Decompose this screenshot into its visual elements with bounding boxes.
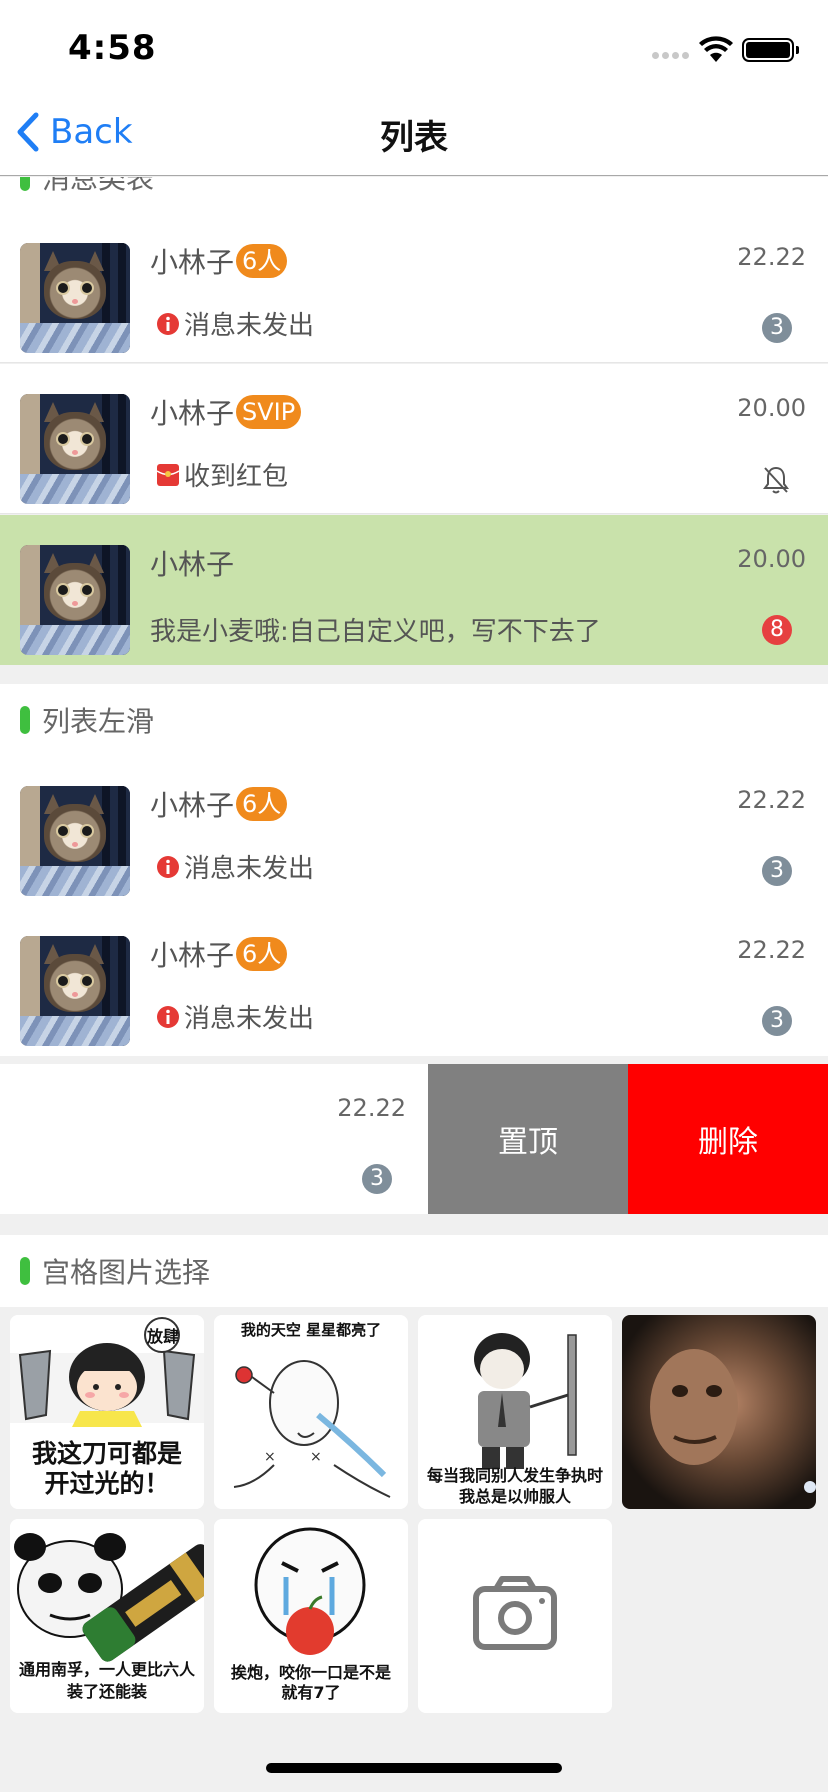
message-time: 20.00 bbox=[737, 545, 806, 573]
svg-text:×: × bbox=[310, 1449, 322, 1465]
error-icon bbox=[157, 855, 179, 878]
grid-image[interactable] bbox=[622, 1315, 816, 1509]
message-preview: 消息未发出 bbox=[150, 848, 314, 885]
error-icon bbox=[157, 312, 179, 335]
message-preview: 消息未发出 bbox=[150, 998, 314, 1035]
message-preview: 收到红包 bbox=[150, 456, 288, 493]
grid-image[interactable]: 通用南孚，一人更比六人 装了还能装 bbox=[10, 1519, 204, 1713]
unread-count-badge: 3 bbox=[762, 313, 792, 343]
delete-button[interactable]: 删除 bbox=[628, 1064, 828, 1214]
unread-count-badge: 3 bbox=[762, 1006, 792, 1036]
grid-image[interactable]: 我这刀可都是 开过光的！ 放肆 bbox=[10, 1315, 204, 1509]
section-header-swipe: 列表左滑 bbox=[0, 684, 828, 756]
pin-button[interactable]: 置顶 bbox=[428, 1064, 628, 1214]
meme-crying-stickman-image: × × bbox=[214, 1315, 408, 1509]
image-caption: 通用南孚，一人更比六人 装了还能装 bbox=[18, 1660, 195, 1701]
image-badge: 放肆 bbox=[146, 1327, 179, 1346]
section-header-grid: 宫格图片选择 bbox=[0, 1235, 828, 1307]
message-preview: 消息未发出 bbox=[150, 305, 314, 342]
contact-name: 小林子 6人 bbox=[150, 934, 288, 974]
message-time: 22.22 bbox=[737, 786, 806, 814]
message-time: 20.00 bbox=[737, 394, 806, 422]
status-time: 4:58 bbox=[68, 28, 157, 68]
image-caption: 我这刀可都是 开过光的！ bbox=[31, 1439, 182, 1498]
section-bar bbox=[20, 177, 30, 191]
photo-mr-bean-image bbox=[622, 1315, 816, 1509]
member-tag: 6人 bbox=[236, 787, 288, 821]
list-content[interactable]: 消息类表 小林子 6人 22.22 消息未发出 3 小林子 SVIP 20.00… bbox=[0, 177, 828, 1792]
swipe-actions: 置顶 删除 bbox=[428, 1064, 828, 1214]
svg-text:×: × bbox=[264, 1449, 276, 1465]
member-tag: 6人 bbox=[236, 937, 288, 971]
message-time: 22.22 bbox=[337, 1094, 406, 1122]
page-title: 列表 bbox=[380, 118, 448, 158]
image-caption: 我的天空 星星都亮了 bbox=[240, 1321, 382, 1339]
image-caption: 每当我同别人发生争执时 我总是以帅服人 bbox=[426, 1466, 603, 1506]
cellular-signal-icon bbox=[652, 52, 690, 62]
unread-count-badge: 8 bbox=[762, 615, 792, 645]
swipe-row[interactable]: 小林子 6人 22.22 消息未发出 3 bbox=[0, 756, 828, 906]
status-bar: 4:58 bbox=[0, 0, 828, 88]
battery-icon bbox=[742, 38, 799, 62]
section-title: 列表左滑 bbox=[42, 705, 155, 738]
message-time: 22.22 bbox=[737, 243, 806, 271]
section-title: 消息类表 bbox=[42, 177, 155, 195]
unread-count-badge: 3 bbox=[362, 1164, 392, 1194]
error-icon bbox=[157, 1005, 179, 1028]
avatar bbox=[20, 786, 130, 896]
muted-bell-icon bbox=[763, 466, 789, 494]
red-packet-icon bbox=[156, 463, 180, 486]
section-bar bbox=[20, 706, 30, 734]
grid-image[interactable]: 每当我同别人发生争执时 我总是以帅服人 bbox=[418, 1315, 612, 1509]
message-time: 22.22 bbox=[737, 936, 806, 964]
contact-name: 小林子 6人 bbox=[150, 241, 288, 281]
unread-count-badge: 3 bbox=[762, 856, 792, 886]
message-row-highlighted[interactable]: 小林子 20.00 我是小麦哦:自己自定义吧，写不下去了 8 bbox=[0, 515, 828, 665]
swipe-row[interactable]: 小林子 6人 22.22 消息未发出 3 bbox=[0, 906, 828, 1056]
section-header-messages: 消息类表 bbox=[0, 177, 828, 213]
avatar bbox=[20, 936, 130, 1046]
grid-image[interactable]: × × 我的天空 星星都亮了 bbox=[214, 1315, 408, 1509]
message-row[interactable]: 小林子 6人 22.22 消息未发出 3 bbox=[0, 213, 828, 363]
add-image-button[interactable] bbox=[418, 1519, 612, 1713]
message-row[interactable]: 小林子 SVIP 20.00 收到红包 bbox=[0, 364, 828, 514]
image-caption: 挨炮，咬你一口是不是 就有7了 bbox=[230, 1663, 391, 1702]
avatar bbox=[20, 394, 130, 504]
section-bar bbox=[20, 1257, 30, 1285]
grid-image[interactable]: 挨炮，咬你一口是不是 就有7了 bbox=[214, 1519, 408, 1713]
message-preview: 我是小麦哦:自己自定义吧，写不下去了 bbox=[150, 617, 601, 647]
avatar bbox=[20, 243, 130, 353]
section-title: 宫格图片选择 bbox=[42, 1256, 211, 1289]
contact-name: 小林子 6人 bbox=[150, 784, 288, 824]
contact-name: 小林子 SVIP bbox=[150, 392, 302, 432]
member-tag: SVIP bbox=[236, 395, 302, 429]
member-tag: 6人 bbox=[236, 244, 288, 278]
camera-icon bbox=[418, 1519, 612, 1713]
navigation-bar: Back 列表 bbox=[0, 88, 828, 176]
wifi-icon bbox=[699, 36, 733, 62]
home-indicator bbox=[266, 1763, 562, 1773]
contact-name: 小林子 bbox=[150, 548, 235, 581]
avatar bbox=[20, 545, 130, 655]
